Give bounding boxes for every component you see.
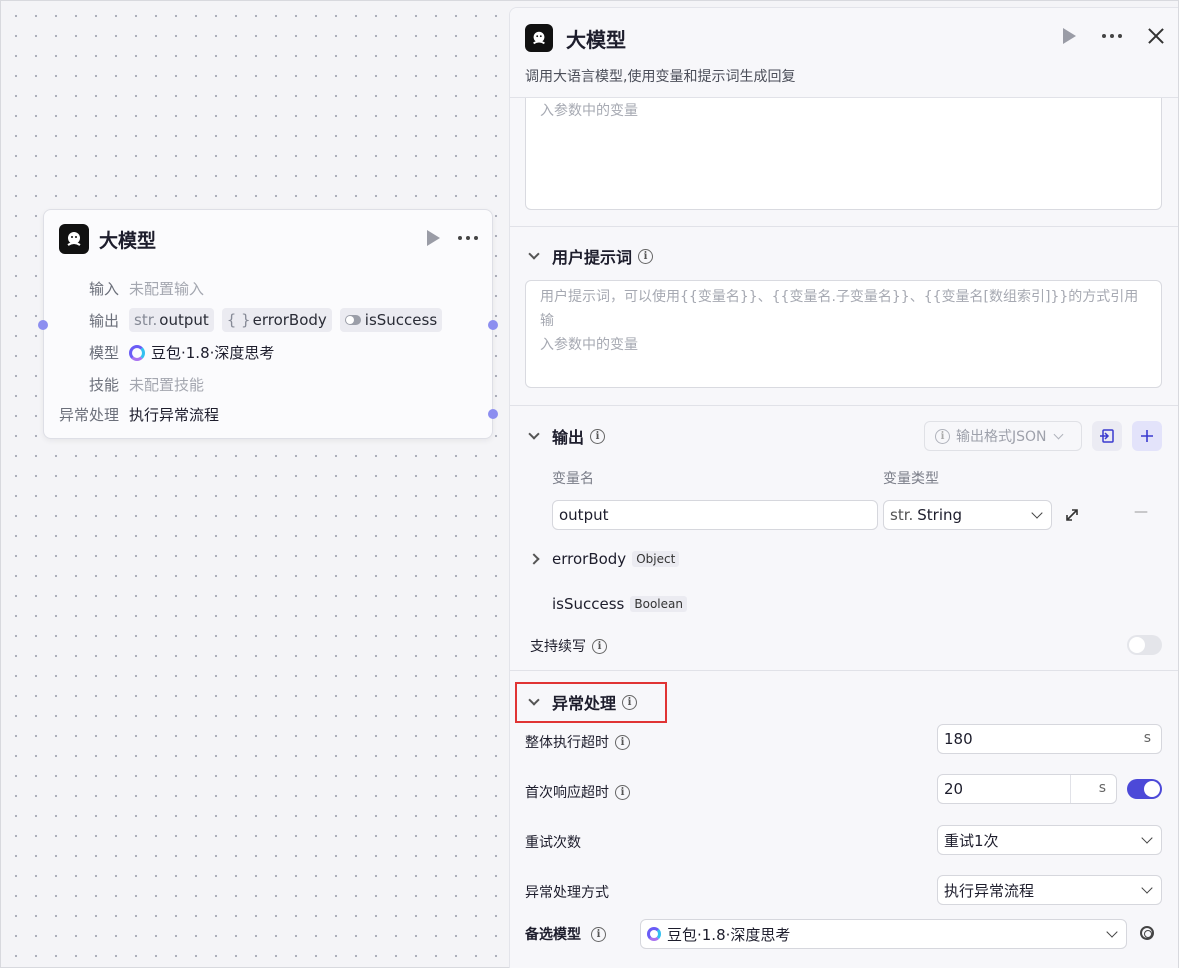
panel-title: 大模型 xyxy=(566,28,626,52)
llm-logo-icon xyxy=(59,224,89,254)
more-icon[interactable] xyxy=(458,236,478,240)
panel-description: 调用大语言模型,使用变量和提示词生成回复 xyxy=(525,69,796,85)
error-handling-label: 异常处理 xyxy=(58,406,119,424)
user-prompt-label: 用户提示词 xyxy=(552,248,633,267)
add-output-button[interactable] xyxy=(1132,421,1162,451)
info-icon: i xyxy=(935,428,950,444)
model-value: 豆包·1.8·深度思考 xyxy=(151,344,275,362)
backup-model-label: 备选模型 xyxy=(525,927,581,943)
col-var-name: 变量名 xyxy=(552,471,594,487)
var-type-select[interactable]: str. String xyxy=(883,500,1052,530)
run-node-icon[interactable] xyxy=(427,230,440,246)
is-success-chip: isSuccess xyxy=(339,308,443,332)
output-label: 输出 xyxy=(88,311,119,330)
run-node-icon[interactable] xyxy=(1063,28,1076,44)
model-label: 模型 xyxy=(88,344,119,362)
backup-model-select[interactable]: 豆包·1.8·深度思考 xyxy=(640,919,1127,949)
object-type-tag: Object xyxy=(632,551,680,567)
info-icon[interactable]: i xyxy=(592,638,607,654)
import-icon xyxy=(1100,429,1114,443)
error-body-chip: { } errorBody xyxy=(221,308,332,332)
info-icon[interactable]: i xyxy=(622,694,638,710)
plus-icon xyxy=(1141,430,1153,442)
output-chip: str. output xyxy=(129,308,214,332)
output-section-label: 输出 xyxy=(552,428,585,447)
chevron-down-icon[interactable] xyxy=(528,694,540,706)
output-port[interactable] xyxy=(488,320,498,330)
continue-write-label: 支持续写 xyxy=(530,639,586,655)
error-body-name: errorBody xyxy=(552,550,627,568)
error-method-select[interactable]: 执行异常流程 xyxy=(937,875,1162,905)
info-icon[interactable]: i xyxy=(615,734,630,750)
col-var-type: 变量类型 xyxy=(883,471,939,487)
doubao-logo-icon xyxy=(129,344,145,361)
doubao-logo-icon xyxy=(647,927,661,941)
input-value: 未配置输入 xyxy=(129,280,205,298)
exception-section-label: 异常处理 xyxy=(552,694,617,713)
settings-gear-icon[interactable] xyxy=(1140,926,1154,940)
error-handling-value: 执行异常流程 xyxy=(129,406,220,424)
retry-label: 重试次数 xyxy=(525,835,581,851)
chevron-right-icon[interactable] xyxy=(528,553,540,565)
info-icon[interactable]: i xyxy=(591,926,606,942)
error-port[interactable] xyxy=(488,409,498,419)
skill-label: 技能 xyxy=(88,376,119,394)
retry-select[interactable]: 重试1次 xyxy=(937,825,1162,855)
node-title: 大模型 xyxy=(99,229,157,252)
boolean-icon xyxy=(344,315,361,325)
error-method-label: 异常处理方式 xyxy=(525,885,609,901)
llm-node-card[interactable]: 大模型 输入 未配置输入 输出 str. output { } errorBody … xyxy=(38,209,498,439)
timeout-label: 整体执行超时 xyxy=(525,735,609,751)
info-icon[interactable]: i xyxy=(590,428,606,444)
node-settings-panel: 入参数中的变量 用户提示词 i 用户提示词，可以使用{{变量名}}、{{变量名.… xyxy=(509,7,1178,968)
first-response-toggle[interactable] xyxy=(1127,779,1162,799)
first-response-input[interactable]: 20 s xyxy=(937,774,1117,804)
chevron-down-icon[interactable] xyxy=(528,428,540,440)
import-button[interactable] xyxy=(1092,421,1122,451)
user-prompt-textarea[interactable]: 用户提示词，可以使用{{变量名}}、{{变量名.子变量名}}、{{变量名[数组索… xyxy=(525,280,1162,388)
llm-logo-icon xyxy=(525,24,553,52)
output-format-select[interactable]: i 输出格式JSON xyxy=(924,421,1082,451)
timeout-input[interactable]: 180 s xyxy=(937,724,1162,754)
input-label: 输入 xyxy=(88,280,119,298)
close-icon[interactable] xyxy=(1148,28,1164,44)
expand-icon[interactable] xyxy=(1064,507,1080,527)
boolean-type-tag: Boolean xyxy=(630,596,687,612)
remove-var-button[interactable]: — xyxy=(1134,504,1148,520)
more-icon[interactable] xyxy=(1102,34,1122,38)
panel-header: 大模型 调用大语言模型,使用变量和提示词生成回复 xyxy=(510,8,1178,98)
first-response-label: 首次响应超时 xyxy=(525,785,609,801)
info-icon[interactable]: i xyxy=(615,784,630,800)
chevron-down-icon[interactable] xyxy=(528,248,540,260)
var-name-input[interactable]: output xyxy=(552,500,878,530)
continue-write-toggle[interactable] xyxy=(1127,635,1162,655)
skill-value: 未配置技能 xyxy=(129,376,205,394)
info-icon[interactable]: i xyxy=(638,248,654,264)
is-success-name: isSuccess xyxy=(552,595,625,613)
